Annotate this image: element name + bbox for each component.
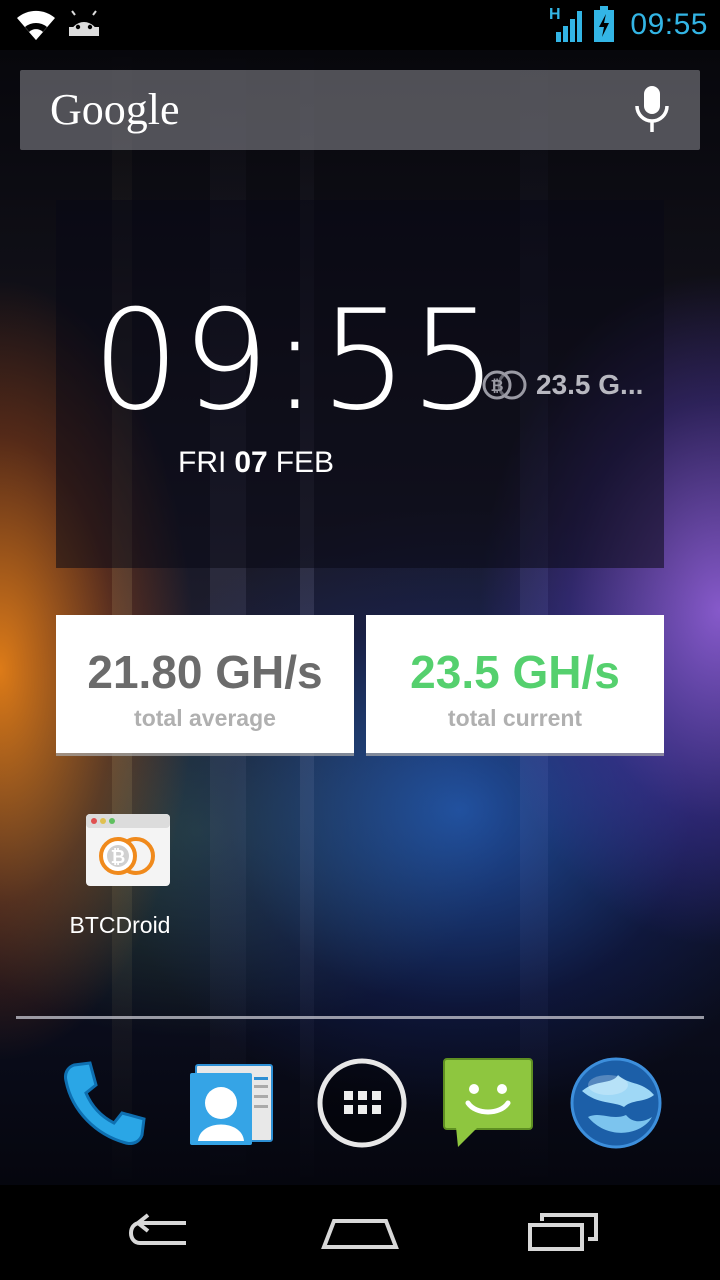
btc-status-mini[interactable]: ₿ 23.5 G... xyxy=(480,368,643,402)
dock-browser[interactable] xyxy=(568,1055,664,1151)
clock-widget[interactable]: 09:55 FRI 07 FEB ₿ 23.5 G... xyxy=(56,200,664,568)
dock-app-drawer[interactable] xyxy=(314,1055,410,1151)
navigation-bar xyxy=(0,1185,720,1280)
clock-day: FRI xyxy=(178,446,227,479)
microphone-icon[interactable] xyxy=(632,84,672,136)
total-current-value: 23.5 GH/s xyxy=(410,646,620,698)
battery-charging-icon xyxy=(594,6,614,42)
android-debug-icon xyxy=(69,10,99,36)
browser-globe-icon[interactable] xyxy=(568,1055,664,1151)
btcdroid-label[interactable]: BTCDroid xyxy=(40,912,200,939)
status-bar: H 09:55 xyxy=(0,0,720,50)
svg-text:₿: ₿ xyxy=(111,847,126,868)
dock-phone[interactable] xyxy=(56,1055,152,1151)
signal-icon xyxy=(556,11,582,42)
bitcoin-icon: ₿ xyxy=(482,370,527,400)
btcdroid-app[interactable]: ₿ xyxy=(56,800,184,895)
total-average-value: 21.80 GH/s xyxy=(87,646,323,698)
btc-status-text: 23.5 G... xyxy=(536,369,644,400)
google-search-bar[interactable]: Google xyxy=(20,70,700,150)
dock-divider xyxy=(16,1016,704,1019)
app-drawer-icon[interactable] xyxy=(314,1055,410,1151)
clock-time: 09:55 xyxy=(92,280,500,441)
total-current-label: total current xyxy=(447,705,583,731)
contacts-icon[interactable] xyxy=(186,1055,282,1151)
phone-icon[interactable] xyxy=(56,1055,152,1151)
messaging-icon[interactable] xyxy=(440,1055,536,1151)
clock-date: FRI 07 FEB xyxy=(178,446,334,480)
btcdroid-icon[interactable]: ₿ xyxy=(80,810,176,890)
dock-messaging[interactable] xyxy=(440,1055,536,1151)
total-average-label: total average xyxy=(134,705,276,731)
dock-contacts[interactable] xyxy=(186,1055,282,1151)
google-logo: Google xyxy=(50,85,180,134)
wifi-icon xyxy=(17,10,55,41)
status-time: 09:55 xyxy=(630,8,708,41)
total-average-card[interactable]: 21.80 GH/s total average xyxy=(56,615,354,753)
clock-date-number: 07 xyxy=(234,446,268,479)
clock-month: FEB xyxy=(275,446,335,479)
total-current-card[interactable]: 23.5 GH/s total current xyxy=(366,615,664,753)
home-icon[interactable] xyxy=(320,1207,400,1257)
recent-apps-icon[interactable] xyxy=(522,1207,602,1257)
back-icon[interactable] xyxy=(120,1207,200,1257)
svg-text:₿: ₿ xyxy=(490,376,503,395)
